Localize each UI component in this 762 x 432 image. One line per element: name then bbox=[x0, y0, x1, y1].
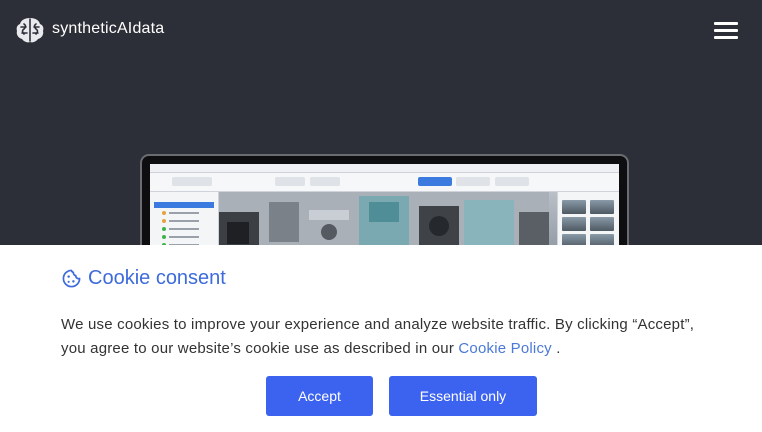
cookie-icon bbox=[62, 269, 81, 288]
accept-button[interactable]: Accept bbox=[266, 376, 373, 416]
cookie-consent-title: Cookie consent bbox=[62, 267, 226, 290]
essential-only-button[interactable]: Essential only bbox=[389, 376, 537, 416]
hero-laptop-image bbox=[140, 154, 629, 256]
brain-icon[interactable] bbox=[15, 15, 45, 45]
cookie-text-end: . bbox=[551, 340, 561, 357]
brand-name[interactable]: syntheticAIdata bbox=[52, 20, 164, 38]
cookie-text-body: We use cookies to improve your experienc… bbox=[61, 316, 695, 357]
app-toolbar bbox=[150, 173, 619, 192]
site-header: syntheticAIdata bbox=[0, 0, 762, 60]
app-menubar bbox=[150, 164, 619, 173]
cookie-policy-link[interactable]: Cookie Policy bbox=[458, 340, 551, 357]
hamburger-menu-icon[interactable] bbox=[714, 20, 741, 40]
cookie-consent-text: We use cookies to improve your experienc… bbox=[61, 313, 711, 361]
cookie-title-text: Cookie consent bbox=[88, 267, 226, 289]
laptop-screen bbox=[150, 164, 619, 256]
